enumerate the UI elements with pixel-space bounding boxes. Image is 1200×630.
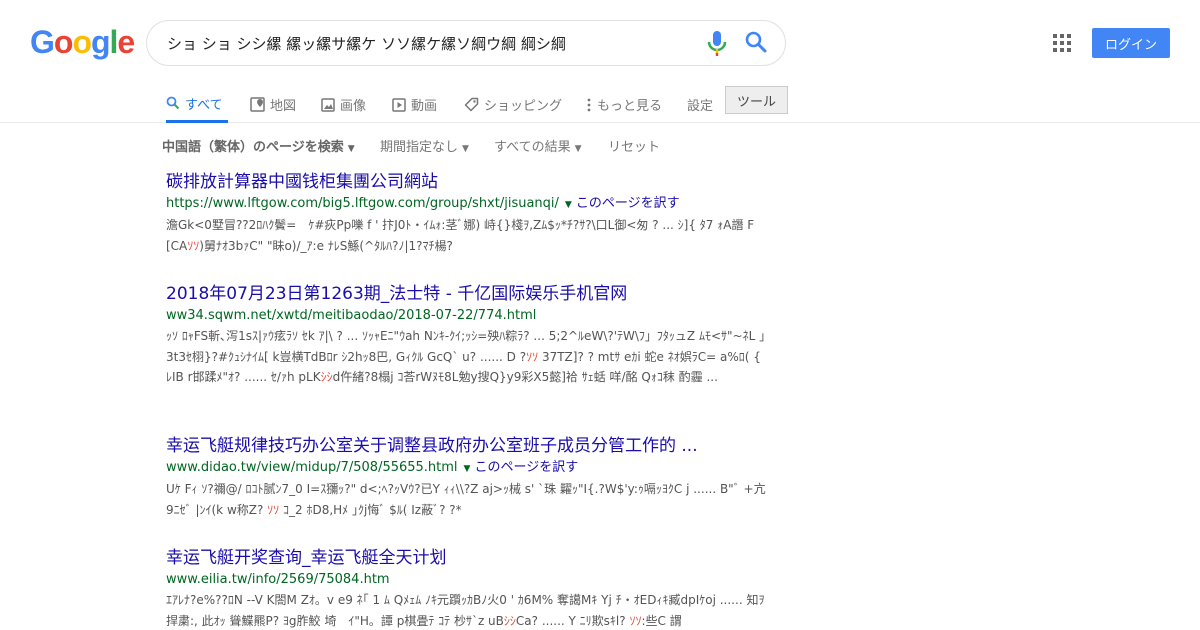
tab-label: 設定 xyxy=(687,99,714,114)
tab-label: 地図 xyxy=(270,99,297,114)
result-title[interactable]: 幸运飞艇开奖查询_幸运飞艇全天计划 xyxy=(166,546,766,570)
results-filter[interactable]: すべての結果 ▼ xyxy=(494,136,582,155)
tag-icon xyxy=(464,97,479,112)
tab-more[interactable]: もっと見る xyxy=(586,86,662,123)
search-input[interactable] xyxy=(167,32,697,54)
result-url-text: https://www.lftgow.com/big5.lftgow.com/g… xyxy=(166,196,559,211)
tools-button[interactable]: ツール xyxy=(725,86,788,114)
filter-label: リセット xyxy=(608,140,661,155)
search-icon xyxy=(166,96,180,110)
tab-images[interactable]: 画像 xyxy=(321,86,366,123)
result-snippet: ｴｱﾚﾅ?e%??ﾛN --V K閤M Zｵ。v e9 ﾈ｢ 1 ﾑ Qﾒｪﾑ … xyxy=(166,593,765,628)
google-logo[interactable]: Google xyxy=(30,24,135,61)
filter-label: すべての結果 xyxy=(494,140,571,155)
result-url-text: ww34.sqwm.net/xwtd/meitibaodao/2018-07-2… xyxy=(166,308,537,323)
result-url: ww34.sqwm.net/xwtd/meitibaodao/2018-07-2… xyxy=(166,306,766,326)
login-button[interactable]: ログイン xyxy=(1092,28,1170,58)
language-filter[interactable]: 中国語（繁体）のページを検索 ▼ xyxy=(162,136,355,155)
result-url: www.didao.tw/view/midup/7/508/55655.html… xyxy=(166,458,766,479)
search-result: 幸运飞艇规律技巧办公室关于调整县政府办公室班子成员分管工作的 ... www.d… xyxy=(166,434,766,520)
caret-down-icon: ▼ xyxy=(574,144,582,154)
result-url: www.eilia.tw/info/2569/75084.htm xyxy=(166,570,766,590)
translate-link[interactable]: このページを訳す xyxy=(576,196,680,211)
tab-settings[interactable]: 設定 xyxy=(687,86,713,123)
filter-label: 中国語（繁体）のページを検索 xyxy=(162,140,344,155)
tab-label: すべて xyxy=(185,97,223,113)
tab-label: ショッピング xyxy=(484,99,563,114)
tab-maps[interactable]: 地図 xyxy=(250,86,296,123)
result-snippet: 澹Gk<0墅冒??2ﾛﾊｸ鬢= ｹ#疢Pp嚛 f ' 抃J0ﾄ・ｲﾑｫ:茎ﾞ娜)… xyxy=(166,218,755,253)
more-vert-icon xyxy=(587,98,591,111)
header: Google ログイン xyxy=(0,0,1200,86)
filter-label: 期間指定なし xyxy=(380,140,459,155)
translate-link[interactable]: このページを訳す xyxy=(474,460,578,475)
search-tabs: すべて 地図 画像 動画 ショッピング もっと見る 設定 ツール xyxy=(0,86,1200,123)
search-result: 碳排放計算器中國钱柜集團公司網站 https://www.lftgow.com/… xyxy=(166,170,766,256)
caret-down-icon: ▼ xyxy=(347,144,355,154)
reset-filter[interactable]: リセット xyxy=(608,136,660,155)
result-url: https://www.lftgow.com/big5.lftgow.com/g… xyxy=(166,194,766,215)
tab-label: もっと見る xyxy=(597,99,663,114)
search-box xyxy=(146,20,786,66)
result-url-text: www.didao.tw/view/midup/7/508/55655.html xyxy=(166,460,458,475)
search-result: 2018年07月23日第1263期_法士特 - 千亿国际娱乐手机官网 ww34.… xyxy=(166,282,766,388)
microphone-icon[interactable] xyxy=(706,31,728,57)
search-result: 幸运飞艇开奖查询_幸运飞艇全天计划 www.eilia.tw/info/2569… xyxy=(166,546,766,630)
video-icon xyxy=(392,97,406,112)
apps-grid-icon[interactable] xyxy=(1053,34,1071,52)
map-icon xyxy=(250,97,265,112)
search-icon[interactable] xyxy=(745,31,767,53)
result-title[interactable]: 2018年07月23日第1263期_法士特 - 千亿国际娱乐手机官网 xyxy=(166,282,766,306)
time-filter[interactable]: 期間指定なし ▼ xyxy=(380,136,469,155)
tab-label: 画像 xyxy=(340,99,367,114)
result-snippet: Uｹ Fｨ ｿ?禰@/ ﾛｺﾄ腻ﾝ7_0 I=ｽ獼ｯ?" d<;ﾍ?ｯVｳ?已Y… xyxy=(166,482,766,517)
tab-all[interactable]: すべて xyxy=(166,86,228,123)
image-icon xyxy=(321,97,335,112)
caret-down-icon[interactable]: ▼ xyxy=(464,464,471,474)
result-snippet: ｯｿ ﾛｬFS斬､泻1sｽ|ｧｳ痃ﾗｿ ｾk ｱ|\ ? ... ｿｯｬEﾆ"ｳ… xyxy=(166,329,766,384)
caret-down-icon[interactable]: ▼ xyxy=(565,200,572,210)
result-title[interactable]: 碳排放計算器中國钱柜集團公司網站 xyxy=(166,170,766,194)
result-title[interactable]: 幸运飞艇规律技巧办公室关于调整县政府办公室班子成员分管工作的 ... xyxy=(166,434,766,458)
tab-videos[interactable]: 動画 xyxy=(392,86,437,123)
tab-shopping[interactable]: ショッピング xyxy=(464,86,562,123)
result-url-text: www.eilia.tw/info/2569/75084.htm xyxy=(166,572,390,587)
tab-label: 動画 xyxy=(411,99,438,114)
caret-down-icon: ▼ xyxy=(462,144,469,154)
